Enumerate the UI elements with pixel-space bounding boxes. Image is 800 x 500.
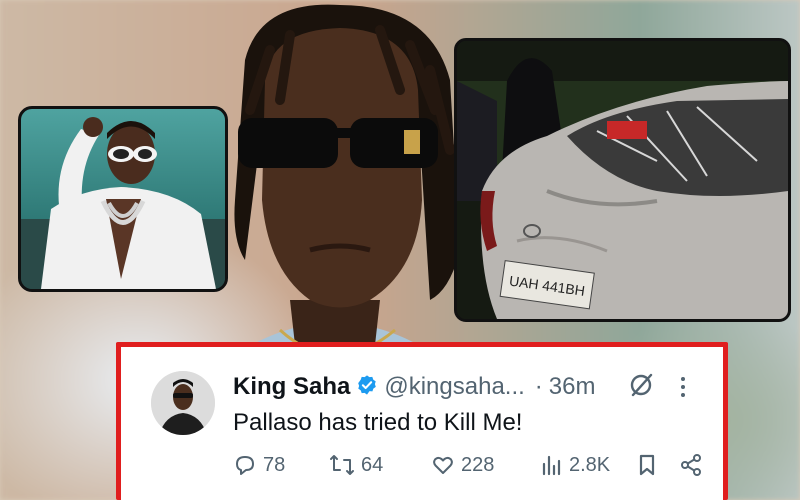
- repost-count: 64: [361, 453, 384, 476]
- views-button[interactable]: 2.8K: [541, 453, 610, 477]
- inset-left-illustration: [21, 117, 225, 289]
- tweet-actions: 78 64 228 2.8K: [233, 453, 703, 483]
- user-handle[interactable]: @kingsaha...: [384, 373, 524, 401]
- avatar-image: [151, 371, 215, 435]
- reply-icon: [236, 456, 254, 475]
- views-count: 2.8K: [569, 453, 611, 476]
- repost-icon: [330, 455, 354, 475]
- verified-badge-icon: [356, 374, 378, 401]
- bookmark-button[interactable]: [637, 453, 663, 477]
- grok-icon[interactable]: [627, 371, 655, 404]
- reply-count: 78: [263, 453, 286, 476]
- inset-photo-left: [18, 106, 228, 292]
- repost-button[interactable]: 64: [329, 453, 383, 477]
- reply-button[interactable]: 78: [233, 453, 285, 477]
- display-name[interactable]: King Saha: [233, 373, 350, 401]
- like-button[interactable]: 228: [431, 453, 494, 477]
- share-button[interactable]: [679, 453, 709, 477]
- timestamp[interactable]: 36m: [549, 373, 596, 401]
- separator-dot: ·: [534, 373, 543, 400]
- more-icon[interactable]: [679, 375, 687, 404]
- tweet-header: King Saha @kingsaha... · 36m: [233, 373, 595, 401]
- avatar[interactable]: [151, 371, 215, 435]
- like-count: 228: [461, 453, 495, 476]
- like-icon: [433, 456, 453, 474]
- tweet-text: Pallaso has tried to Kill Me!: [233, 409, 523, 436]
- views-icon: [542, 455, 561, 476]
- inset-photo-car: UAH 441BH: [454, 38, 791, 322]
- tweet-card[interactable]: King Saha @kingsaha... · 36m Pallaso has…: [116, 342, 728, 500]
- share-icon: [681, 454, 701, 476]
- damaged-car-illustration: UAH 441BH: [457, 41, 788, 319]
- bookmark-icon: [639, 454, 655, 476]
